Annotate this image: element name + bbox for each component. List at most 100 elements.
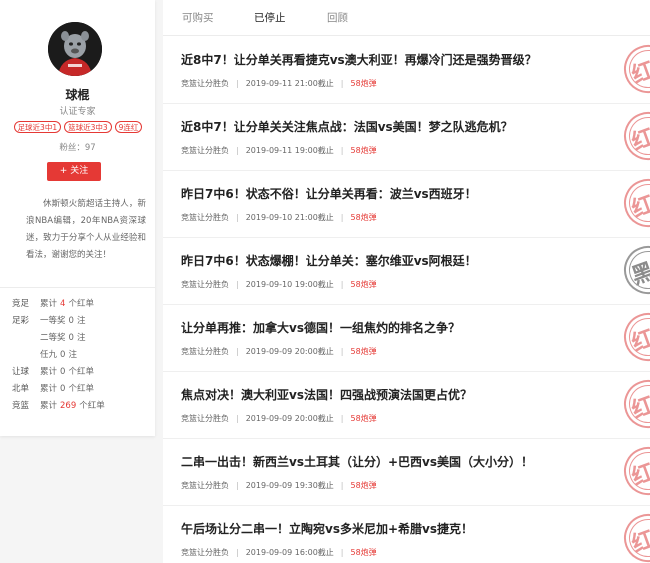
plan-item[interactable]: 近8中7！让分单关关注焦点战：法国vs美国！梦之队逃危机？ 竞篮让分胜负 | 2019… — [163, 104, 650, 171]
plan-item[interactable]: 午后场让分二串一！立陶宛vs多米尼加+希腊vs捷克！ 竞篮让分胜负 | 2019-09… — [163, 506, 650, 563]
stat-row: 竞篮 累计 269 个红单 — [12, 398, 152, 415]
plan-deadline: 2019-09-09 16:00截止 — [245, 548, 334, 557]
plan-meta: 竞篮让分胜负 | 2019-09-09 16:00截止 | 58炮弹 — [181, 547, 377, 558]
fans-label: 粉丝： — [59, 143, 85, 153]
plan-item[interactable]: 焦点对决！澳大利亚vs法国！四强战预演法国更占优？ 竞篮让分胜负 | 2019-09-… — [163, 372, 650, 439]
plan-meta: 竞篮让分胜负 | 2019-09-10 21:00截止 | 58炮弹 — [181, 212, 377, 223]
stat-value: 0 — [68, 316, 74, 326]
stat-suffix: 个红单 — [68, 384, 94, 394]
stat-row: 足彩 一等奖 0 注 — [12, 313, 152, 330]
result-stamp-icon: 红 — [617, 373, 650, 435]
stat-label: 让球 — [12, 367, 30, 377]
stat-value: 0 — [60, 367, 66, 377]
result-stamp-icon: 黑 — [617, 239, 650, 301]
plan-item[interactable]: 昨日7中6！状态不俗！让分单关再看：波兰vs西班牙！ 竞篮让分胜负 | 2019-09… — [163, 171, 650, 238]
expert-bio: 休斯顿火箭超话主持人，新浪NBA编辑，20年NBA资深球迷，致力于分享个人从业经… — [26, 199, 146, 260]
stat-prefix: 二等奖 — [40, 333, 66, 343]
meta-separator: | — [340, 347, 344, 356]
plan-deadline: 2019-09-10 19:00截止 — [245, 280, 334, 289]
plan-category: 竞篮让分胜负 — [181, 213, 229, 222]
tab-stopped[interactable]: 已停止 — [254, 10, 286, 25]
tab-available[interactable]: 可购买 — [182, 10, 214, 25]
plan-price: 58炮弹 — [350, 213, 377, 222]
tag-basketball-record: 篮球近3中3 — [64, 121, 112, 133]
follow-button[interactable]: + 关注 — [47, 162, 101, 181]
stat-suffix: 个红单 — [79, 401, 105, 411]
stat-value: 0 — [60, 350, 66, 360]
result-stamp-icon: 红 — [617, 172, 650, 234]
plan-deadline: 2019-09-10 21:00截止 — [245, 213, 334, 222]
stat-prefix: 一等奖 — [40, 316, 66, 326]
fans-count: 粉丝：97 — [0, 141, 155, 153]
stat-label — [12, 347, 40, 364]
stat-prefix: 累计 — [40, 299, 58, 309]
stat-row: 二等奖 0 注 — [12, 330, 152, 347]
stamp-text: 红 — [628, 391, 650, 424]
plan-deadline: 2019-09-09 20:00截止 — [245, 347, 334, 356]
plan-title[interactable]: 昨日7中6！状态爆棚！让分单关：塞尔维亚vs阿根廷！ — [181, 252, 477, 269]
meta-separator: | — [236, 280, 239, 289]
plan-category: 竞篮让分胜负 — [181, 280, 229, 289]
plan-item[interactable]: 二串一出击！新西兰vs土耳其（让分）+巴西vs美国（大小分）！ 竞篮让分胜负 | 20… — [163, 439, 650, 506]
plan-meta: 竞篮让分胜负 | 2019-09-11 21:00截止 | 58炮弹 — [181, 78, 377, 89]
result-stamp-icon: 红 — [617, 306, 650, 368]
plan-price: 58炮弹 — [350, 481, 377, 490]
plan-title[interactable]: 午后场让分二串一！立陶宛vs多米尼加+希腊vs捷克！ — [181, 520, 473, 537]
stat-value: 0 — [60, 384, 66, 394]
meta-separator: | — [236, 79, 239, 88]
result-stamp-icon: 红 — [617, 440, 650, 502]
stamp-text: 红 — [628, 56, 650, 89]
stat-prefix: 累计 — [40, 401, 58, 411]
stat-row: 让球 累计 0 个红单 — [12, 364, 152, 381]
meta-separator: | — [340, 481, 344, 490]
plan-price: 58炮弹 — [350, 347, 377, 356]
plan-category: 竞篮让分胜负 — [181, 79, 229, 88]
stat-suffix: 个红单 — [68, 299, 94, 309]
stat-value: 4 — [60, 299, 66, 309]
plan-item[interactable]: 昨日7中6！状态爆棚！让分单关：塞尔维亚vs阿根廷！ 竞篮让分胜负 | 2019-09… — [163, 238, 650, 305]
stat-prefix: 累计 — [40, 384, 58, 394]
plan-title[interactable]: 焦点对决！澳大利亚vs法国！四强战预演法国更占优？ — [181, 386, 472, 403]
stat-prefix: 累计 — [40, 367, 58, 377]
stat-row: 竞足 累计 4 个红单 — [12, 296, 152, 313]
plan-title[interactable]: 让分单再推：加拿大vs德国！一组焦灼的排名之争？ — [181, 319, 460, 336]
plan-price: 58炮弹 — [350, 414, 377, 423]
divider — [0, 287, 155, 288]
plan-meta: 竞篮让分胜负 | 2019-09-10 19:00截止 | 58炮弹 — [181, 279, 377, 290]
plan-title[interactable]: 近8中7！让分单关再看捷克vs澳大利亚！再爆冷门还是强势晋级？ — [181, 51, 537, 68]
stat-row: 北单 累计 0 个红单 — [12, 381, 152, 398]
plan-title[interactable]: 二串一出击！新西兰vs土耳其（让分）+巴西vs美国（大小分）！ — [181, 453, 533, 470]
plan-item[interactable]: 近8中7！让分单关再看捷克vs澳大利亚！再爆冷门还是强势晋级？ 竞篮让分胜负 | 20… — [163, 37, 650, 104]
meta-separator: | — [340, 79, 344, 88]
expert-profile-card: 球棍 认证专家 足球近3中1 篮球近3中3 9连红 粉丝：97 + 关注 休斯顿… — [0, 0, 155, 436]
record-stats: 竞足 累计 4 个红单 足彩 一等奖 0 注二等奖 0 注任九 0 注让球 累计 0 个红单 北单 累计 0 个红单… — [12, 296, 152, 415]
plan-deadline: 2019-09-09 20:00截止 — [245, 414, 334, 423]
result-stamp-icon: 红 — [617, 105, 650, 167]
stat-label — [12, 330, 40, 347]
meta-separator: | — [340, 280, 344, 289]
stamp-text: 红 — [628, 324, 650, 357]
plan-deadline: 2019-09-11 21:00截止 — [245, 79, 334, 88]
stat-label: 北单 — [12, 384, 30, 394]
avatar[interactable] — [48, 22, 102, 76]
plan-category: 竞篮让分胜负 — [181, 414, 229, 423]
plan-price: 58炮弹 — [350, 79, 377, 88]
plan-category: 竞篮让分胜负 — [181, 347, 229, 356]
plan-item[interactable]: 让分单再推：加拿大vs德国！一组焦灼的排名之争？ 竞篮让分胜负 | 2019-09-0… — [163, 305, 650, 372]
plan-meta: 竞篮让分胜负 | 2019-09-09 19:30截止 | 58炮弹 — [181, 480, 377, 491]
plan-price: 58炮弹 — [350, 548, 377, 557]
tab-review[interactable]: 回顾 — [327, 10, 348, 25]
stamp-text: 红 — [628, 525, 650, 558]
plan-title[interactable]: 近8中7！让分单关关注焦点战：法国vs美国！梦之队逃危机？ — [181, 118, 513, 135]
plan-price: 58炮弹 — [350, 280, 377, 289]
stat-row: 任九 0 注 — [12, 347, 152, 364]
meta-separator: | — [340, 213, 344, 222]
stat-value: 269 — [60, 401, 77, 411]
stat-suffix: 注 — [68, 350, 77, 360]
tag-streak: 9连红 — [114, 121, 143, 133]
meta-separator: | — [236, 146, 239, 155]
plan-title[interactable]: 昨日7中6！状态不俗！让分单关再看：波兰vs西班牙！ — [181, 185, 477, 202]
meta-separator: | — [236, 481, 239, 490]
plan-meta: 竞篮让分胜负 | 2019-09-09 20:00截止 | 58炮弹 — [181, 413, 377, 424]
tag-football-record: 足球近3中1 — [13, 121, 62, 133]
